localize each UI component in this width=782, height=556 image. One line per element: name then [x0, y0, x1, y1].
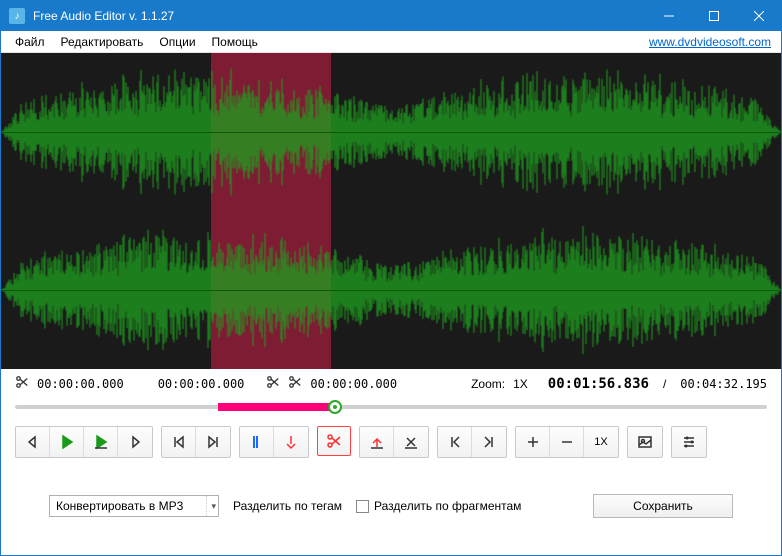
- time-info-row: 00:00:00.000 00:00:00.000 00:00:00.000 Z…: [1, 369, 781, 394]
- prev-button[interactable]: [16, 427, 50, 457]
- play-selection-button[interactable]: [84, 427, 118, 457]
- scissors-icon: [266, 375, 280, 392]
- settings-button[interactable]: [672, 427, 706, 457]
- trim-in-button[interactable]: [360, 427, 394, 457]
- seek-slider[interactable]: [15, 398, 767, 416]
- selection-end-time: 00:00:00.000: [158, 377, 245, 391]
- convert-format-label: Конвертировать в MP3: [56, 499, 206, 513]
- image-button[interactable]: [628, 427, 662, 457]
- menubar: Файл Редактировать Опции Помощь www.dvdv…: [1, 31, 781, 53]
- menu-edit[interactable]: Редактировать: [53, 33, 152, 51]
- checkbox-icon: [356, 500, 369, 513]
- goto-sel-start-button[interactable]: [438, 427, 472, 457]
- cut-button[interactable]: [317, 426, 351, 456]
- time-separator: /: [663, 377, 666, 391]
- skip-start-button[interactable]: [162, 427, 196, 457]
- marker-out-button[interactable]: [274, 427, 308, 457]
- zoom-out-button[interactable]: [550, 427, 584, 457]
- chevron-down-icon: ▾: [206, 496, 216, 516]
- selection-start-time: 00:00:00.000: [37, 377, 124, 391]
- minimize-button[interactable]: [646, 1, 691, 31]
- website-link[interactable]: www.dvdvideosoft.com: [649, 35, 775, 49]
- toolbar: 1X: [1, 426, 781, 470]
- channel-midline: [1, 290, 781, 291]
- seek-selection-range: [218, 403, 335, 411]
- scissors-icon: [15, 375, 29, 392]
- delete-selection-button[interactable]: [394, 427, 428, 457]
- close-button[interactable]: [736, 1, 781, 31]
- current-time: 00:01:56.836: [548, 376, 649, 392]
- scissors-icon: [288, 375, 302, 392]
- total-time: 00:04:32.195: [680, 377, 767, 391]
- maximize-button[interactable]: [691, 1, 736, 31]
- channel-midline: [1, 132, 781, 133]
- marker-in-button[interactable]: [240, 427, 274, 457]
- zoom-reset-button[interactable]: 1X: [584, 427, 618, 457]
- split-by-tags-label[interactable]: Разделить по тегам: [233, 499, 342, 513]
- goto-sel-end-button[interactable]: [472, 427, 506, 457]
- seek-thumb[interactable]: [328, 400, 342, 414]
- bottom-bar: Конвертировать в MP3 ▾ Разделить по тега…: [1, 494, 781, 534]
- window-title: Free Audio Editor v. 1.1.27: [33, 9, 646, 23]
- zoom-value: 1X: [513, 377, 528, 391]
- cut-time: 00:00:00.000: [310, 377, 397, 391]
- play-button[interactable]: [50, 427, 84, 457]
- save-button[interactable]: Сохранить: [593, 494, 733, 518]
- waveform-display[interactable]: [1, 53, 781, 369]
- next-button[interactable]: [118, 427, 152, 457]
- seek-track: [15, 405, 767, 409]
- app-icon: ♪: [9, 8, 25, 24]
- menu-help[interactable]: Помощь: [204, 33, 266, 51]
- split-by-fragments-checkbox[interactable]: Разделить по фрагментам: [356, 499, 521, 513]
- zoom-in-button[interactable]: [516, 427, 550, 457]
- skip-end-button[interactable]: [196, 427, 230, 457]
- menu-options[interactable]: Опции: [151, 33, 203, 51]
- convert-format-combo[interactable]: Конвертировать в MP3 ▾: [49, 495, 219, 517]
- titlebar: ♪ Free Audio Editor v. 1.1.27: [1, 1, 781, 31]
- menu-file[interactable]: Файл: [7, 33, 53, 51]
- zoom-label: Zoom:: [471, 377, 505, 391]
